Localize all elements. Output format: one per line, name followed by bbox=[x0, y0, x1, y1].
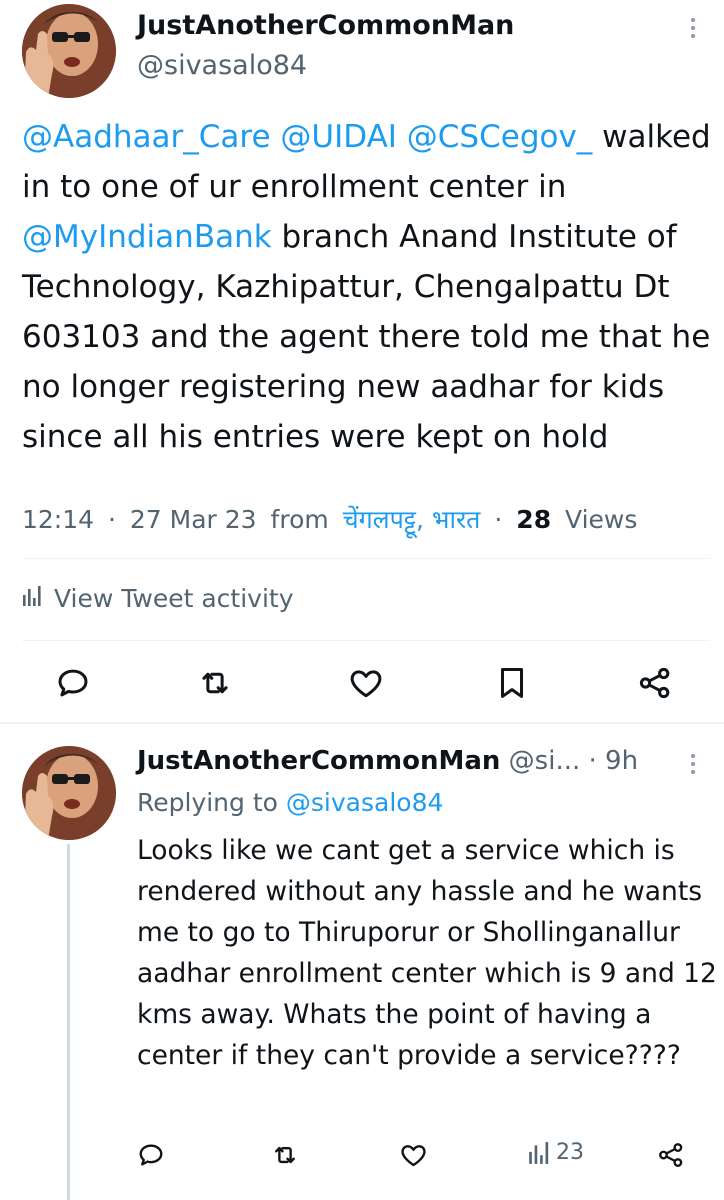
retweet-icon bbox=[202, 672, 228, 694]
reply-button[interactable] bbox=[136, 1140, 166, 1170]
reply-text: Looks like we cant get a service which i… bbox=[137, 835, 717, 1071]
more-vertical-icon[interactable] bbox=[688, 754, 698, 778]
retweet-icon bbox=[275, 1146, 295, 1164]
tweet-age[interactable]: · 9h bbox=[589, 746, 639, 776]
replying-to: Replying to @sivasalo84 bbox=[137, 788, 443, 817]
tweet-text: @Aadhaar_Care @UIDAI @CSCegov_ walked in… bbox=[22, 112, 712, 462]
tweet-time[interactable]: 12:14 bbox=[22, 505, 94, 534]
author-name[interactable]: JustAnotherCommonMan bbox=[137, 10, 514, 41]
share-icon bbox=[659, 1143, 683, 1167]
author-handle[interactable]: @si... bbox=[509, 746, 581, 776]
more-vertical-icon[interactable] bbox=[688, 18, 698, 42]
analytics-icon bbox=[22, 584, 42, 613]
avatar[interactable] bbox=[22, 4, 116, 98]
views-button[interactable]: 23 bbox=[528, 1140, 584, 1165]
reply-icon bbox=[58, 669, 88, 697]
thread-line bbox=[67, 844, 70, 1200]
tweet-location[interactable]: चेंगलपट्टू, भारत bbox=[343, 505, 481, 534]
reply-tweet: JustAnotherCommonMan @si... · 9h Replyin… bbox=[0, 724, 724, 1200]
tweet-text-segment bbox=[271, 119, 281, 155]
mention-link[interactable]: @MyIndianBank bbox=[22, 219, 272, 255]
like-button[interactable] bbox=[346, 664, 386, 702]
retweet-button[interactable] bbox=[196, 664, 234, 702]
reply-button[interactable] bbox=[54, 664, 92, 702]
mention-link[interactable]: @Aadhaar_Care bbox=[22, 119, 271, 155]
views-label: Views bbox=[565, 505, 638, 534]
reply-icon bbox=[139, 1144, 163, 1166]
views-count: 23 bbox=[556, 1140, 584, 1165]
replying-label: Replying to bbox=[137, 788, 278, 817]
reply-header: JustAnotherCommonMan @si... · 9h bbox=[137, 746, 638, 776]
tweet-date[interactable]: 27 Mar 23 bbox=[130, 505, 257, 534]
author-name[interactable]: JustAnotherCommonMan bbox=[137, 746, 500, 776]
meta-separator: · bbox=[108, 505, 116, 534]
main-tweet: JustAnotherCommonMan @sivasalo84 @Aadhaa… bbox=[0, 0, 724, 724]
views-count: 28 bbox=[516, 505, 552, 534]
activity-label: View Tweet activity bbox=[54, 584, 294, 613]
author-handle[interactable]: @sivasalo84 bbox=[137, 50, 307, 81]
like-button[interactable] bbox=[398, 1140, 429, 1170]
tweet-text-segment bbox=[397, 119, 407, 155]
heart-icon bbox=[401, 1145, 426, 1167]
avatar[interactable] bbox=[22, 746, 116, 840]
mention-link[interactable]: @UIDAI bbox=[280, 119, 397, 155]
bookmark-button[interactable] bbox=[493, 664, 531, 702]
replying-to-handle[interactable]: @sivasalo84 bbox=[286, 788, 443, 817]
divider bbox=[22, 558, 710, 559]
mention-link[interactable]: @CSCegov_ bbox=[407, 119, 593, 155]
from-label: from bbox=[270, 505, 329, 534]
share-button[interactable] bbox=[656, 1140, 686, 1170]
share-button[interactable] bbox=[636, 664, 674, 702]
divider bbox=[22, 640, 710, 641]
heart-icon bbox=[350, 670, 382, 698]
tweet-meta: 12:14 · 27 Mar 23 from चेंगलपट्टू, भारत … bbox=[22, 502, 637, 536]
analytics-icon bbox=[529, 1141, 549, 1164]
meta-separator: · bbox=[494, 505, 503, 534]
share-icon bbox=[639, 667, 670, 699]
view-activity-link[interactable]: View Tweet activity bbox=[22, 584, 294, 613]
bookmark-icon bbox=[500, 668, 524, 698]
retweet-button[interactable] bbox=[270, 1140, 300, 1170]
